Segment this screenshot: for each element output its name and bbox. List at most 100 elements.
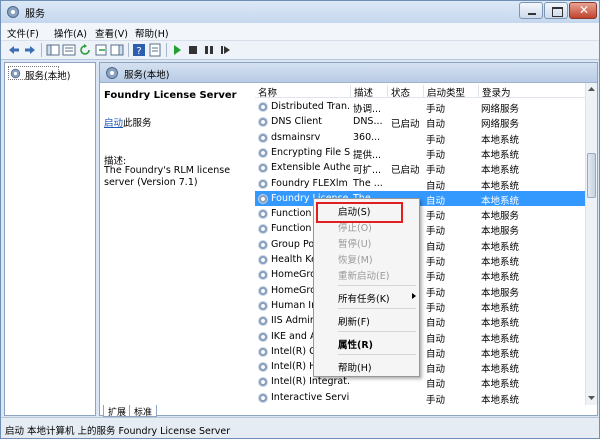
table-row[interactable]: Extensible Authe...可扩... 已启动手动 本地系统 [255,160,585,177]
table-row[interactable]: IIS Admin... 自动 本地系统 [255,313,585,330]
tab-extended[interactable]: 扩展 [103,405,132,418]
service-logon-cell: 本地系统 [481,149,520,161]
view-list-icon[interactable] [62,43,76,57]
table-row[interactable]: Group Po... 自动 本地系统 [255,237,585,253]
maximize-button[interactable] [544,2,568,19]
menu-help[interactable]: 帮助(H) [135,26,169,40]
services-gear-icon [7,6,19,18]
service-name-cell: Encrypting File S... [258,147,350,158]
title-bar[interactable]: 服务 ✕ [1,1,599,23]
service-gear-icon [258,132,268,143]
show-hide-icon[interactable] [110,43,124,57]
scroll-down-arrow-icon[interactable] [586,392,597,404]
menu-view[interactable]: 查看(V) [95,26,128,40]
table-row[interactable]: Distributed Tran... 协调... 手动 网络服务 [255,99,585,115]
tab-standard[interactable]: 标准 [129,405,158,418]
table-row[interactable]: Intel(R) HI... 自动 本地系统 [255,359,585,376]
service-gear-icon [258,255,268,265]
export-icon[interactable] [94,43,108,57]
toolbar: ? [1,41,599,60]
table-row[interactable]: HomeGro... 手动 本地系统 [255,267,585,283]
help-icon[interactable]: ? [132,43,146,57]
service-gear-icon [258,377,268,388]
service-logon-cell: 本地系统 [481,134,520,146]
column-name[interactable]: 名称 [255,85,351,99]
start-service-line: 启动此服务 [104,115,152,129]
service-gear-icon [258,224,268,235]
menu-item-all-tasks[interactable]: 所有任务(K) [316,289,417,305]
tree-item-services-local[interactable]: 服务(本地) [8,66,70,82]
table-row[interactable]: Health Ke... 手动 本地系统 [255,252,585,268]
start-service-link[interactable]: 启动 [104,118,123,129]
menu-item-pause[interactable]: 暂停(U) [316,234,417,250]
column-logon-as[interactable]: 登录为 [479,85,585,99]
table-row[interactable]: Intel(R) Co... 自动 本地系统 [255,344,585,360]
table-row[interactable]: Intel(R) Integrat... 自动 本地系统 [255,374,585,391]
refresh-icon[interactable] [78,43,92,57]
status-text: 启动 本地计算机 上的服务 Foundry License Server [5,426,231,437]
pause-icon[interactable] [202,43,216,57]
table-row[interactable]: IKE and A... 自动 本地系统 [255,329,585,345]
table-row[interactable]: Encrypting File S...提供... 手动 本地系统 [255,145,585,161]
properties-icon[interactable] [148,43,162,57]
menu-item-refresh[interactable]: 刷新(F) [316,312,417,328]
menu-action[interactable]: 操作(A) [54,26,87,40]
menu-bar: 文件(F) 操作(A) 查看(V) 帮助(H) [1,23,599,41]
minimize-button[interactable] [519,2,543,19]
close-button[interactable]: ✕ [569,2,597,19]
service-logon-cell: 本地系统 [481,318,520,330]
service-gear-icon [258,178,268,189]
vertical-scrollbar[interactable] [585,83,597,405]
service-logon-cell: 网络服务 [481,119,520,131]
stop-icon[interactable] [186,43,200,57]
context-menu: 启动(S) 停止(O) 暂停(U) 恢复(M) 重新启动(E) 所有任务(K) … [313,198,420,377]
play-icon[interactable] [170,43,184,57]
service-startup-cell: 手动 [426,287,446,299]
service-gear-icon [258,239,268,250]
service-status-cell: 已启动 [391,165,420,177]
menu-item-properties[interactable]: 属性(R) [316,335,417,351]
service-startup-cell: 自动 [426,379,446,391]
service-startup-cell: 手动 [426,394,446,405]
column-status[interactable]: 状态 [388,85,424,99]
table-row[interactable]: Function D... 手动 本地服务 [255,206,585,222]
service-logon-cell: 本地系统 [481,364,520,376]
back-arrow-icon[interactable] [7,43,21,57]
table-row[interactable]: Interactive Servi... 手动 本地系统 [255,390,585,405]
menu-item-resume[interactable]: 恢复(M) [316,250,417,266]
service-startup-cell: 自动 [426,318,446,330]
service-gear-icon [258,209,268,220]
column-description[interactable]: 描述 [351,85,388,99]
menu-file[interactable]: 文件(F) [7,26,39,40]
table-row[interactable]: Function D... 手动 本地服务 [255,221,585,237]
table-row[interactable]: DNS Client DNS... 已启动 自动 网络服务 [255,114,585,131]
services-gear-icon [10,68,21,79]
table-row[interactable]: Human In... 手动 本地系统 [255,298,585,314]
service-desc-cell: DNS... [353,116,383,128]
service-desc-cell: 协调... [353,104,382,115]
close-icon: ✕ [579,3,590,17]
scroll-thumb[interactable] [587,153,596,198]
submenu-arrow-icon [412,293,416,299]
restart-icon[interactable] [218,43,232,57]
menu-item-help[interactable]: 帮助(H) [316,358,417,374]
menu-item-restart[interactable]: 重新启动(E) [316,266,417,282]
table-row[interactable]: Foundry FLEXlm ...The ... 自动 本地系统 [255,176,585,192]
table-row[interactable]: Foundry License ...The ...自动本地系统 [255,190,585,207]
column-startup-type[interactable]: 启动类型 [424,85,479,99]
service-gear-icon [258,285,268,296]
scroll-up-arrow-icon[interactable] [586,83,597,95]
console-tree-icon[interactable] [46,43,60,57]
service-status-cell: 已启动 [391,119,420,131]
service-name-cell: dsmainsrv [258,132,350,143]
table-row[interactable]: dsmainsrv 360... 手动 本地系统 [255,130,585,146]
service-name-cell: Distributed Tran... [258,101,350,112]
table-row[interactable]: HomeGro... 手动 本地服务 [255,283,585,299]
service-logon-cell: 本地系统 [481,180,520,192]
pane-title: 服务(本地) [124,70,170,81]
service-desc-cell: The ... [353,177,383,189]
service-gear-icon [258,270,268,281]
service-startup-cell: 自动 [426,241,446,253]
forward-arrow-icon[interactable] [23,43,37,57]
service-gear-icon [258,362,268,373]
